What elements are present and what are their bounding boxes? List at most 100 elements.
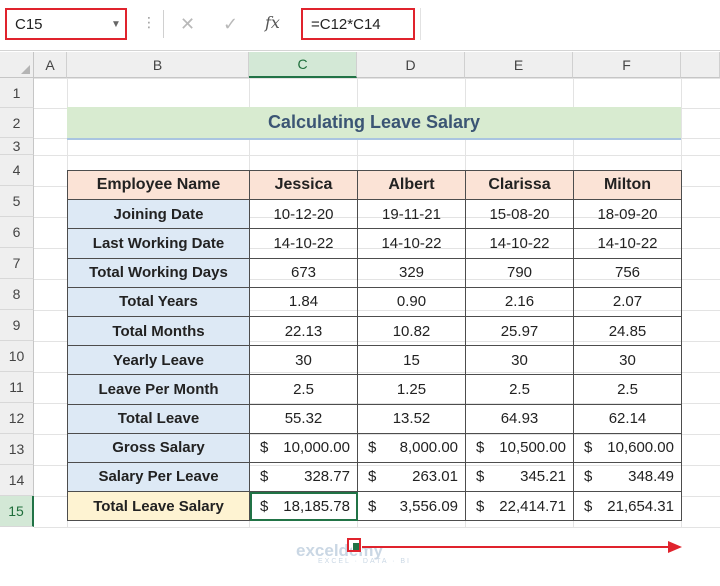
row-header-12[interactable]: 12 <box>0 403 34 434</box>
value-cell[interactable]: 14-10-22 <box>573 228 682 259</box>
check-icon[interactable]: ✓ <box>223 12 238 36</box>
cancel-icon[interactable]: ✕ <box>180 12 195 36</box>
currency-value: $10,000.00 <box>250 439 357 456</box>
header-employee[interactable]: Jessica <box>249 169 358 201</box>
row-header-4[interactable]: 4 <box>0 155 34 186</box>
row-label[interactable]: Gross Salary <box>67 432 250 463</box>
value-cell[interactable]: 15-08-20 <box>465 199 574 230</box>
column-header-overflow[interactable] <box>681 52 720 78</box>
column-header-f[interactable]: F <box>573 52 681 78</box>
row-header-6[interactable]: 6 <box>0 217 34 248</box>
value-cell[interactable]: 10.82 <box>357 315 466 347</box>
row-label[interactable]: Total Leave <box>67 403 250 434</box>
column-header-c[interactable]: C <box>249 52 357 78</box>
value-cell[interactable]: 18-09-20 <box>573 199 682 230</box>
formula-bar: C15 ▼ ⋮ ✕ ✓ fx =C12*C14 <box>0 0 720 51</box>
row-header-9[interactable]: 9 <box>0 310 34 341</box>
row-header-15[interactable]: 15 <box>0 496 34 527</box>
row-header-5[interactable]: 5 <box>0 186 34 217</box>
value-cell[interactable]: 673 <box>249 257 358 288</box>
sheet-title[interactable]: Calculating Leave Salary <box>67 107 681 140</box>
row-label[interactable]: Joining Date <box>67 199 250 230</box>
row-label[interactable]: Total Working Days <box>67 257 250 288</box>
row-label[interactable]: Total Months <box>67 315 250 347</box>
column-header-a[interactable]: A <box>34 52 67 78</box>
row-header-8[interactable]: 8 <box>0 279 34 310</box>
value-cell[interactable]: 25.97 <box>465 315 574 347</box>
value-cell[interactable]: 0.90 <box>357 286 466 317</box>
currency-cell[interactable]: $10,600.00 <box>573 432 682 463</box>
value-cell[interactable]: 1.25 <box>357 374 466 405</box>
currency-symbol: $ <box>584 497 593 515</box>
value-cell[interactable]: 10-12-20 <box>249 199 358 230</box>
row-label[interactable]: Leave Per Month <box>67 374 250 405</box>
header-employee[interactable]: Clarissa <box>465 169 574 201</box>
amount: 18,185.78 <box>283 497 350 515</box>
currency-cell[interactable]: $263.01 <box>357 461 466 493</box>
value-cell[interactable]: 14-10-22 <box>357 228 466 259</box>
value-cell[interactable]: 22.13 <box>249 315 358 347</box>
column-header-e[interactable]: E <box>465 52 573 78</box>
value-cell[interactable]: 1.84 <box>249 286 358 317</box>
currency-cell[interactable]: $345.21 <box>465 461 574 493</box>
value-cell[interactable]: 13.52 <box>357 403 466 434</box>
row-header-1[interactable]: 1 <box>0 78 34 108</box>
insert-function-icon[interactable]: fx <box>265 13 280 32</box>
currency-cell[interactable]: $21,654.31 <box>573 491 682 522</box>
value-cell[interactable]: 14-10-22 <box>249 228 358 259</box>
row-header-13[interactable]: 13 <box>0 434 34 465</box>
row-label[interactable]: Last Working Date <box>67 228 250 259</box>
value-cell[interactable]: 790 <box>465 257 574 288</box>
value-cell[interactable]: 2.5 <box>465 374 574 405</box>
currency-cell[interactable]: $3,556.09 <box>357 491 466 522</box>
active-cell-c15[interactable]: $18,185.78 <box>249 491 358 522</box>
column-header-b[interactable]: B <box>67 52 249 78</box>
value-cell[interactable]: 62.14 <box>573 403 682 434</box>
currency-cell[interactable]: $348.49 <box>573 461 682 493</box>
row-label[interactable]: Total Leave Salary <box>67 491 250 522</box>
name-box[interactable]: C15 ▼ <box>5 8 127 40</box>
row-label[interactable]: Total Years <box>67 286 250 317</box>
header-employee[interactable]: Milton <box>573 169 682 201</box>
value-cell[interactable]: 2.07 <box>573 286 682 317</box>
value-cell[interactable]: 55.32 <box>249 403 358 434</box>
value-cell[interactable]: 64.93 <box>465 403 574 434</box>
value-cell[interactable]: 756 <box>573 257 682 288</box>
row-label[interactable]: Yearly Leave <box>67 345 250 376</box>
value-cell[interactable]: 15 <box>357 345 466 376</box>
value-cell[interactable]: 19-11-21 <box>357 199 466 230</box>
currency-cell[interactable]: $328.77 <box>249 461 358 493</box>
select-all-button[interactable] <box>0 52 34 78</box>
row-header-10[interactable]: 10 <box>0 341 34 372</box>
row-header-2[interactable]: 2 <box>0 108 34 138</box>
value-cell[interactable]: 14-10-22 <box>465 228 574 259</box>
currency-cell[interactable]: $8,000.00 <box>357 432 466 463</box>
row-header-14[interactable]: 14 <box>0 465 34 496</box>
value-cell[interactable]: 329 <box>357 257 466 288</box>
header-employee[interactable]: Albert <box>357 169 466 201</box>
row-header-7[interactable]: 7 <box>0 248 34 279</box>
drag-right-arrow-icon <box>362 541 682 553</box>
row-header-11[interactable]: 11 <box>0 372 34 403</box>
row-label[interactable]: Salary Per Leave <box>67 461 250 493</box>
value-cell[interactable]: 24.85 <box>573 315 682 347</box>
currency-value: $345.21 <box>466 468 573 485</box>
currency-cell[interactable]: $22,414.71 <box>465 491 574 522</box>
currency-cell[interactable]: $10,000.00 <box>249 432 358 463</box>
value-cell[interactable]: 2.16 <box>465 286 574 317</box>
chevron-down-icon[interactable]: ▼ <box>107 19 125 30</box>
currency-cell[interactable]: $10,500.00 <box>465 432 574 463</box>
formula-input-extension[interactable] <box>420 8 720 40</box>
table-row: Joining Date 10-12-20 19-11-21 15-08-20 18-0… <box>67 199 682 230</box>
column-header-d[interactable]: D <box>357 52 465 78</box>
header-employee-name[interactable]: Employee Name <box>67 169 250 201</box>
value-cell[interactable]: 30 <box>465 345 574 376</box>
value-cell[interactable]: 30 <box>573 345 682 376</box>
value-cell[interactable]: 2.5 <box>249 374 358 405</box>
formula-text[interactable]: =C12*C14 <box>303 16 381 33</box>
value-cell[interactable]: 2.5 <box>573 374 682 405</box>
value-cell[interactable]: 30 <box>249 345 358 376</box>
formula-input[interactable]: =C12*C14 <box>301 8 415 40</box>
name-box-value[interactable]: C15 <box>7 16 107 33</box>
row-header-3[interactable]: 3 <box>0 138 34 155</box>
